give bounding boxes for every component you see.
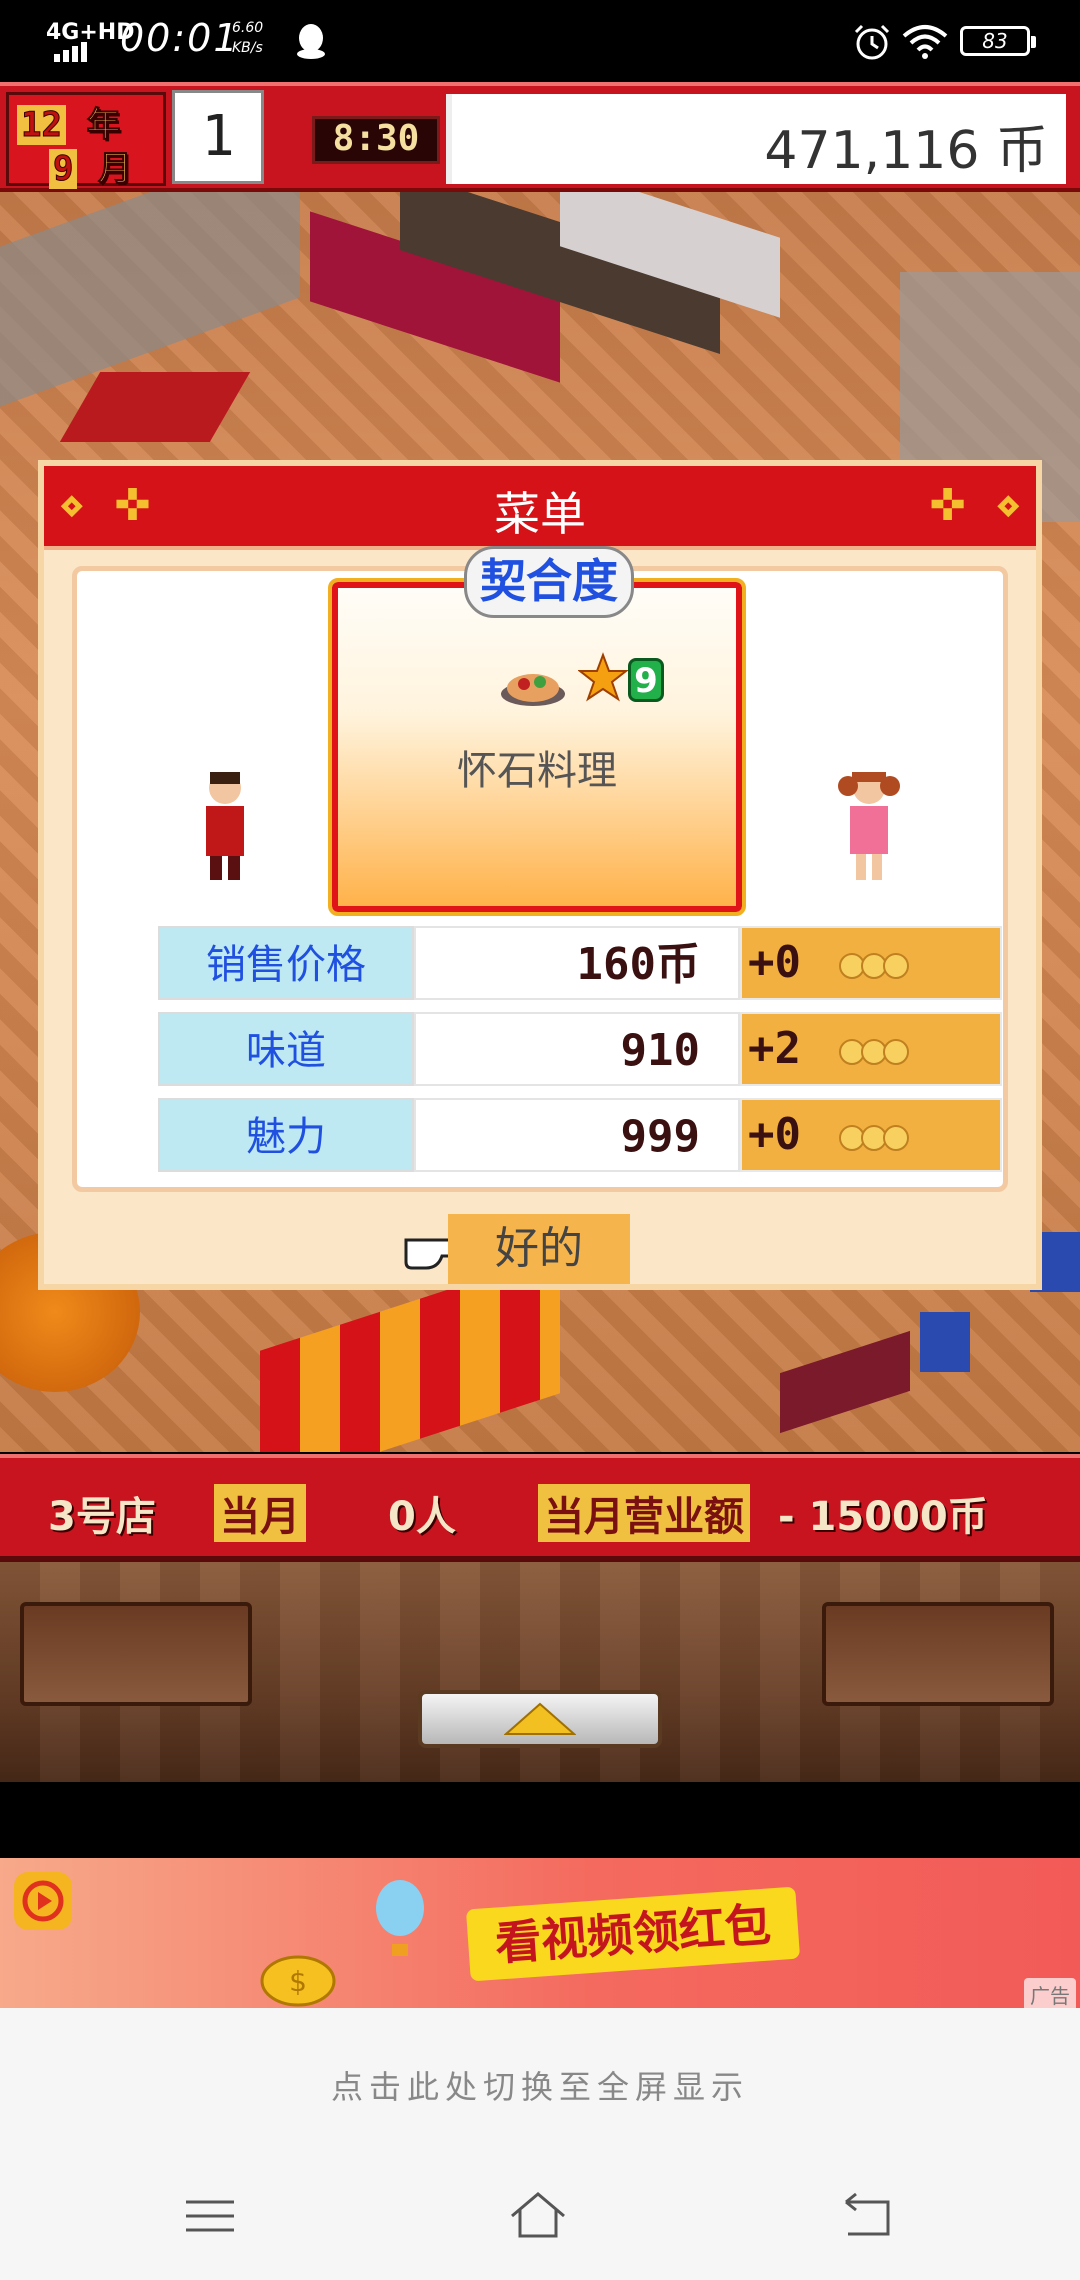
- waitress-character: [838, 772, 900, 880]
- year-display: 12 年: [17, 97, 121, 146]
- dish-name: 怀石料理: [457, 748, 617, 794]
- compatibility-badge: 契合度: [464, 546, 634, 618]
- game-header: 12 年 9 月 1 8:30 471,116 币: [0, 82, 1080, 192]
- coin-icon: [839, 1125, 909, 1151]
- stat-delta: +0: [740, 926, 1002, 1000]
- revenue-label: 当月营业额: [538, 1484, 750, 1542]
- left-slot-button[interactable]: [20, 1602, 252, 1706]
- stat-delta: +0: [740, 1098, 1002, 1172]
- letterbox-gap: [0, 1782, 1080, 1858]
- ad-label: 广告: [1024, 1978, 1076, 2008]
- stat-row-taste: 味道 910 +2: [158, 1012, 1002, 1086]
- stat-label: 销售价格: [158, 926, 414, 1000]
- lower-panel: [0, 1562, 1080, 1782]
- fullscreen-toggle-link[interactable]: 点击此处切换至全屏显示: [0, 2062, 1080, 2108]
- wifi-icon: [902, 25, 948, 59]
- day-display: 1: [172, 90, 264, 184]
- store-name: 3号店: [48, 1494, 156, 1540]
- home-nav-icon[interactable]: [508, 2186, 568, 2246]
- blue-chair: [920, 1312, 970, 1372]
- balloon-icon: [376, 1880, 424, 1956]
- money-amount: 471,116 币: [764, 121, 1048, 181]
- dialog-title: 菜单: [494, 487, 586, 541]
- stat-row-charm: 魅力 999 +0: [158, 1098, 1002, 1172]
- calendar: 12 年 9 月: [6, 92, 166, 190]
- stat-label: 味道: [158, 1012, 414, 1086]
- coin-icon: $: [260, 1955, 336, 2007]
- stat-delta: +2: [740, 1012, 1002, 1086]
- right-slot-button[interactable]: [822, 1602, 1054, 1706]
- year-number: 12: [17, 105, 66, 146]
- chef-character: [206, 772, 244, 880]
- side-table: [780, 1330, 910, 1434]
- stat-value: 160币: [414, 926, 740, 1000]
- coin-icon: [839, 953, 909, 979]
- speed-unit: KB/s: [232, 40, 263, 56]
- svg-text:$: $: [289, 1965, 307, 1998]
- arrow-up-icon: [504, 1702, 576, 1735]
- back-nav-icon[interactable]: [838, 2186, 898, 2246]
- delta-value: +2: [748, 1023, 801, 1074]
- dish-card: 9 怀石料理: [328, 578, 746, 916]
- signal-icon: [54, 42, 87, 62]
- delta-value: +0: [748, 1109, 801, 1160]
- month-unit: 月: [97, 149, 132, 190]
- dialog-titlebar: ⋄ ✜ ✜ ⋄ 菜单: [44, 466, 1036, 550]
- star-count: 9: [628, 658, 664, 702]
- confirm-button[interactable]: 好的: [448, 1214, 630, 1284]
- dish-icon: [501, 674, 565, 706]
- month-label: 当月: [214, 1484, 306, 1542]
- menu-dialog: ⋄ ✜ ✜ ⋄ 菜单 9 怀石料理 契合度 销售价格 160币 +0 味道 91…: [38, 460, 1042, 1290]
- ad-headline: 看视频领红包: [465, 1886, 801, 1982]
- network-speed: 6.60 KB/s: [232, 18, 263, 58]
- menu-nav-icon[interactable]: [180, 2186, 240, 2246]
- stat-value: 910: [414, 1012, 740, 1086]
- qq-icon: [297, 24, 325, 59]
- money-panel: 471,116 币: [446, 94, 1066, 184]
- stat-label: 魅力: [158, 1098, 414, 1172]
- status-bar: 4G+HD 00:01 6.60 KB/s 83: [0, 0, 1080, 82]
- clock-time: 00:01: [120, 16, 240, 60]
- fullscreen-area: 点击此处切换至全屏显示: [0, 2008, 1080, 2280]
- stat-row-price: 销售价格 160币 +0: [158, 926, 1002, 1000]
- alarm-icon: [854, 24, 890, 60]
- speed-value: 6.60: [232, 20, 264, 36]
- star-icon: [578, 652, 628, 702]
- store-info-bar: 3号店 当月 0人 当月营业额 - 15000币: [0, 1454, 1080, 1562]
- game-clock: 8:30: [312, 116, 440, 164]
- revenue-value: - 15000币: [778, 1494, 988, 1540]
- battery-icon: 83: [960, 26, 1036, 56]
- year-unit: 年: [86, 105, 121, 146]
- delta-value: +0: [748, 937, 801, 988]
- stat-value: 999: [414, 1098, 740, 1172]
- video-play-icon: [14, 1872, 72, 1930]
- month-display: 9 月: [49, 141, 132, 190]
- visitor-count: 0人: [388, 1494, 456, 1540]
- red-rug: [59, 372, 251, 442]
- ad-banner[interactable]: $ 看视频领红包 广告: [0, 1858, 1080, 2008]
- coin-icon: [839, 1039, 909, 1065]
- month-number: 9: [49, 149, 78, 190]
- expand-button[interactable]: [418, 1690, 662, 1748]
